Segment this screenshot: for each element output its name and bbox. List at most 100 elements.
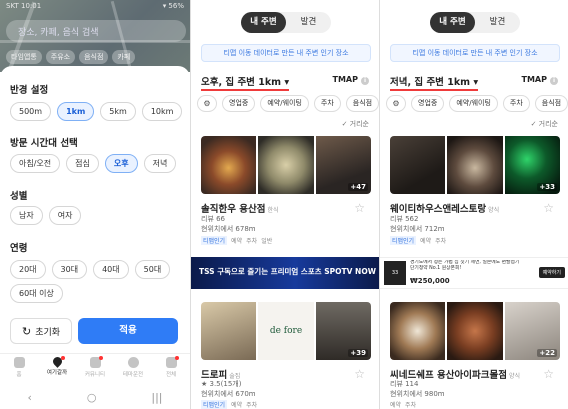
- distance: 현위치에서 712m: [390, 225, 445, 233]
- age-option[interactable]: 50대: [134, 260, 171, 279]
- tab-discover[interactable]: 발견: [475, 12, 520, 33]
- refresh-icon: ↻: [21, 324, 32, 338]
- tab-home[interactable]: 홈: [4, 354, 34, 383]
- bookmark-star-icon[interactable]: ☆: [543, 367, 554, 381]
- restaurant-photos[interactable]: +33: [390, 136, 560, 194]
- tab-nearby[interactable]: 내 주변: [430, 12, 475, 33]
- bookmark-star-icon[interactable]: ☆: [543, 201, 554, 215]
- filter-settings-icon[interactable]: ⚙: [197, 95, 217, 112]
- rating: ★ 3.5(15개): [201, 380, 242, 388]
- steering-wheel-icon: [127, 357, 139, 368]
- apply-button[interactable]: 적용: [78, 318, 178, 344]
- filter-chip[interactable]: 영업중: [222, 95, 256, 112]
- restaurant-name[interactable]: 웨이티하우스앤레스토랑 양식: [390, 201, 499, 215]
- reset-button[interactable]: ↻ 초기화: [10, 318, 72, 344]
- bookmark-star-icon[interactable]: ☆: [354, 201, 365, 215]
- filter-chip[interactable]: 예약/웨이팅: [449, 95, 498, 112]
- review-count: 리뷰 66: [201, 215, 226, 223]
- ad-banner[interactable]: 33 경기도에서 정든 가볍 집 짓기 세면, 일본에도 편발접기 단기청약 N…: [380, 257, 568, 289]
- gender-option[interactable]: 여자: [48, 206, 82, 225]
- restaurant-name[interactable]: 솔직한우 용산점 한식: [201, 201, 279, 215]
- visit-time-options: 아침/오전 점심 오후 저녁: [10, 154, 177, 173]
- age-options: 20대 30대 40대 50대: [10, 260, 171, 279]
- filter-chip[interactable]: 음식점: [345, 95, 379, 112]
- filter-chip[interactable]: 주차: [502, 95, 530, 112]
- radius-title: 반경 설정: [10, 85, 49, 96]
- tab-drive[interactable]: 테마운전: [118, 354, 148, 383]
- nearby-list-afternoon: 내 주변 발견 티맵 이동 데이터로 만든 내 주변 인기 장소 오후, 집 주…: [190, 0, 379, 409]
- tab-all[interactable]: 전체: [156, 354, 186, 383]
- visit-time-option[interactable]: 저녁: [143, 154, 177, 173]
- filter-sheet: 반경 설정 500m 1km 5km 10km 방문 시간대 선택 아침/오전 …: [0, 66, 190, 356]
- home-button[interactable]: ○: [87, 391, 97, 404]
- radius-option[interactable]: 10km: [141, 102, 183, 121]
- map-chip[interactable]: 주유소: [45, 50, 76, 64]
- filter-chip-row: ⚙ 영업중 예약/웨이팅 주차 음식점: [197, 95, 379, 112]
- visit-time-option[interactable]: 점심: [66, 154, 99, 173]
- visit-time-option-selected[interactable]: 오후: [104, 154, 138, 173]
- review-count: 리뷰 562: [390, 215, 419, 223]
- restaurant-photos[interactable]: de fore +39: [201, 302, 371, 360]
- bottom-tab-bar: 홈 여기갈까 커뮤니티 테마운전 전체: [0, 353, 190, 383]
- filter-chip[interactable]: 주차: [313, 95, 341, 112]
- search-input[interactable]: 장소, 카페, 음식 검색: [6, 20, 186, 42]
- radius-option[interactable]: 500m: [10, 102, 52, 121]
- reset-label: 초기화: [35, 327, 61, 338]
- tab-discover[interactable]: 발견: [286, 12, 331, 33]
- tmap-badge: TMAP i: [333, 75, 369, 85]
- age-option[interactable]: 60대 이상: [10, 284, 63, 303]
- map-chip-row: 타임앱통 주유소 음식점 카페: [6, 50, 136, 64]
- home-icon: [13, 357, 25, 368]
- map-chip[interactable]: 카페: [112, 50, 136, 64]
- map-chip[interactable]: 음식점: [79, 50, 109, 64]
- tab-community[interactable]: 커뮤니티: [80, 354, 110, 383]
- ad-book-button[interactable]: 예약하기: [538, 267, 565, 278]
- filter-panel: SKT 10:01 ▾ 56% 장소, 카페, 음식 검색 타임앱통 주유소 음…: [0, 0, 190, 409]
- review-count: 리뷰 114: [390, 380, 419, 388]
- restaurant-tags: 티맵인기 예약 주차 일반: [201, 236, 273, 245]
- sort-selector[interactable]: ✓ 거리순: [531, 119, 558, 129]
- map-background[interactable]: SKT 10:01 ▾ 56% 장소, 카페, 음식 검색 타임앱통 주유소 음…: [0, 0, 190, 72]
- recents-button[interactable]: |||: [151, 391, 162, 404]
- tab-explore[interactable]: 여기갈까: [42, 354, 72, 383]
- nearby-list-evening: 내 주변 발견 티맵 이동 데이터로 만든 내 주변 인기 장소 저녁, 집 주…: [379, 0, 568, 409]
- radius-option-selected[interactable]: 1km: [57, 102, 95, 121]
- filter-settings-icon[interactable]: ⚙: [386, 95, 406, 112]
- info-banner[interactable]: 티맵 이동 데이터로 만든 내 주변 인기 장소: [201, 44, 371, 62]
- sort-selector[interactable]: ✓ 거리순: [342, 119, 369, 129]
- tab-nearby[interactable]: 내 주변: [241, 12, 286, 33]
- age-option[interactable]: 20대: [10, 260, 46, 279]
- filter-dropdown[interactable]: 저녁, 집 주변 1km ▾: [390, 74, 479, 91]
- info-icon[interactable]: i: [550, 77, 558, 85]
- restaurant-photos[interactable]: +22: [390, 302, 560, 360]
- restaurant-tags: 티맵인기 예약 주차: [390, 236, 447, 245]
- info-banner[interactable]: 티맵 이동 데이터로 만든 내 주변 인기 장소: [390, 44, 560, 62]
- filter-chip[interactable]: 예약/웨이팅: [260, 95, 309, 112]
- status-bar-left: SKT 10:01: [6, 2, 42, 10]
- map-chip[interactable]: 타임앱통: [6, 50, 42, 64]
- back-button[interactable]: ‹: [27, 391, 31, 404]
- ad-banner[interactable]: TSS 구독으로 즐기는 프리미엄 스포츠 SPOTV NOW: [191, 257, 379, 289]
- visit-time-title: 방문 시간대 선택: [10, 138, 78, 149]
- age-option[interactable]: 30대: [51, 260, 88, 279]
- restaurant-photos[interactable]: +47: [201, 136, 371, 194]
- filter-chip[interactable]: 영업중: [411, 95, 445, 112]
- distance: 현위치에서 670m: [201, 390, 256, 398]
- restaurant-tags: 티맵인기 예약 주차: [201, 400, 258, 409]
- gender-option[interactable]: 남자: [10, 206, 43, 225]
- segment-control: 내 주변 발견: [430, 12, 520, 33]
- age-title: 연령: [10, 243, 28, 254]
- bookmark-star-icon[interactable]: ☆: [354, 367, 365, 381]
- distance: 현위치에서 980m: [390, 390, 445, 398]
- logo-image: de fore: [258, 302, 314, 360]
- filter-dropdown[interactable]: 오후, 집 주변 1km ▾: [201, 74, 290, 91]
- status-bar-right: ▾ 56%: [162, 2, 184, 10]
- gender-options: 남자 여자: [10, 206, 82, 225]
- radius-option[interactable]: 5km: [100, 102, 136, 121]
- distance: 현위치에서 678m: [201, 225, 256, 233]
- visit-time-option[interactable]: 아침/오전: [10, 154, 61, 173]
- filter-chip[interactable]: 음식점: [534, 95, 568, 112]
- age-option[interactable]: 40대: [93, 260, 129, 279]
- info-icon[interactable]: i: [361, 77, 369, 85]
- radius-options: 500m 1km 5km 10km: [10, 102, 183, 121]
